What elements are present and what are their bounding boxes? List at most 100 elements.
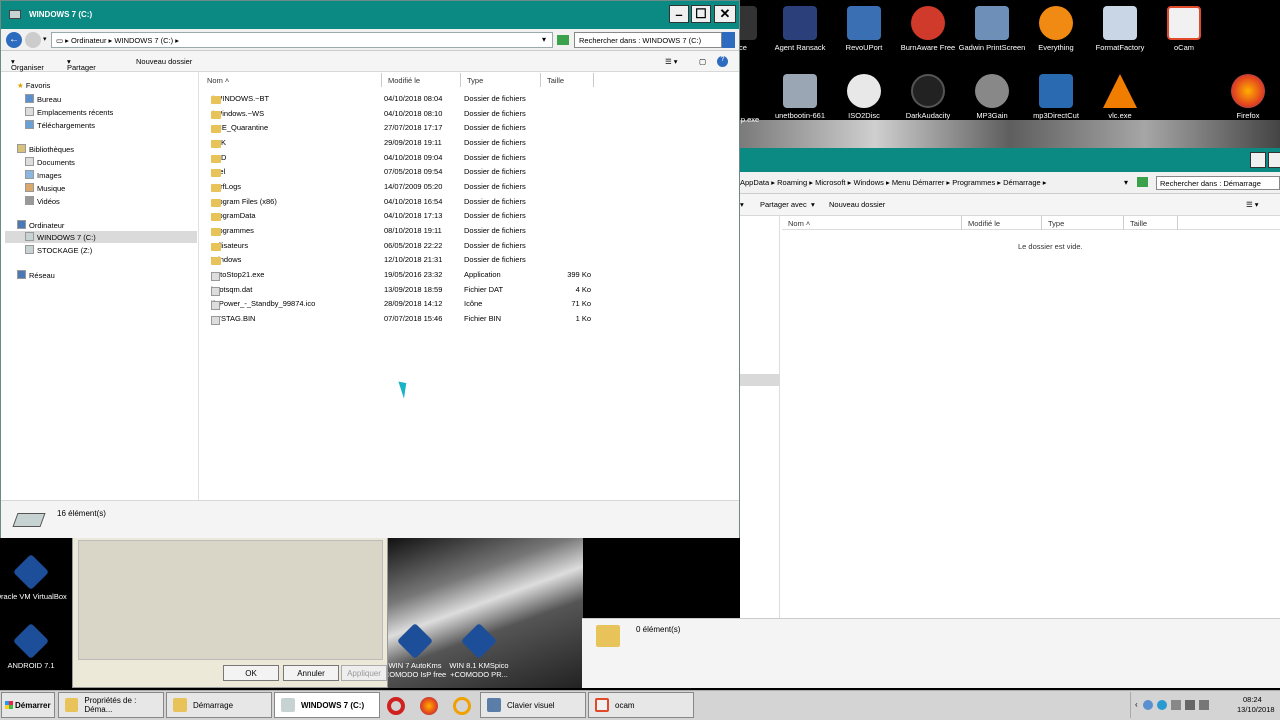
refresh-icon[interactable] [557,35,569,45]
network-group[interactable]: Réseau [17,270,55,280]
file-row[interactable]: Intel 07/05/2018 09:54 Dossier de fichiers [201,165,601,179]
recent-pages-icon[interactable]: ▾ [43,35,47,43]
taskbar-item-demarrage[interactable]: Démarrage [166,692,272,718]
breadcrumb-item[interactable]: Microsoft [815,178,845,187]
favorites-group[interactable]: ★ Favoris [17,81,50,90]
file-row[interactable]: ProgramData 04/10/2018 17:13 Dossier de fi… [201,209,601,223]
column-header-size[interactable]: Taille [1124,216,1178,230]
firefox-icon[interactable] [420,697,438,715]
ie-icon[interactable] [1157,700,1167,710]
opera-icon[interactable] [387,697,405,715]
file-row[interactable]: EEK 29/09/2018 19:11 Dossier de fichiers [201,136,601,150]
breadcrumb-item[interactable]: Ordinateur [71,36,106,45]
breadcrumb-item[interactable]: Démarrage [1003,178,1041,187]
search-icon[interactable] [722,32,735,48]
desktop-icon-virtualbox[interactable]: Oracle VM VirtualBox [0,553,68,601]
desktop-icon-win7-vm[interactable]: WIN 7 AutoKms COMODO IsP free [378,622,452,679]
share-menu[interactable]: Partager avec [760,200,807,209]
desktop-icon-vlc[interactable]: vlc.exe [1083,74,1157,120]
column-header-name[interactable]: Nom ˄ [201,73,382,87]
breadcrumb-item[interactable]: WINDOWS 7 (C:) [114,36,173,45]
window-titlebar[interactable]: WINDOWS 7 (C:) [1,1,739,29]
nav-item-drive-c[interactable]: WINDOWS 7 (C:) [25,232,96,242]
desktop-icon-revouport[interactable]: RevoUPort [827,6,901,52]
start-button[interactable]: Démarrer [1,692,55,718]
share-menu[interactable]: ▾ [740,200,744,209]
file-row[interactable]: $WINDOWS.~BT 04/10/2018 08:04 Dossier de f… [201,92,601,106]
minimize-button[interactable]: – [669,5,689,23]
back-icon[interactable]: ← [6,32,22,48]
breadcrumb-item[interactable]: AppData [740,178,769,187]
address-field[interactable]: ▭ ▸ Ordinateur ▸ WINDOWS 7 (C:) ▸ [51,32,553,48]
minimize-button[interactable] [1250,152,1266,168]
clock-time[interactable]: 08:24 [1243,695,1262,704]
view-options-icon[interactable]: ☰ ▾ [1246,200,1259,209]
column-header-size[interactable]: Taille [541,73,594,87]
tray-chevron-icon[interactable]: ‹ [1135,700,1138,709]
preview-pane-icon[interactable]: ▢ [699,57,706,66]
desktop-icon-iso2disc[interactable]: ISO2Disc [827,74,901,120]
libraries-group[interactable]: Bibliothèques [17,144,74,154]
nav-item-desktop[interactable]: Bureau [25,94,61,104]
file-row[interactable]: PerfLogs 14/07/2009 05:20 Dossier de fichi… [201,180,601,194]
desktop-icon-ocam[interactable]: oCam [1147,6,1221,52]
new-folder-button[interactable]: Nouveau dossier [829,200,885,209]
file-row[interactable]: AutoStop21.exe 19/05/2016 23:32 Applicatio… [201,268,601,282]
nav-item-videos[interactable]: Vidéos [25,196,60,206]
organize-menu[interactable]: Organiser ▾ [11,57,44,72]
address-dropdown-icon[interactable]: ▾ [542,35,546,44]
breadcrumb-item[interactable]: Menu Démarrer [892,178,945,187]
column-header-modified[interactable]: Modifié le [382,73,461,87]
view-options-icon[interactable]: ☰ ▾ [665,57,678,66]
file-row[interactable]: Program Files (x86) 04/10/2018 16:54 Dossi… [201,195,601,209]
desktop-icon-darkaudacity[interactable]: DarkAudacity [891,74,965,120]
desktop-icon-gadwin[interactable]: Gadwin PrintScreen [955,6,1029,52]
desktop-icon-unetbootin[interactable]: unetbootin-661 [763,74,837,120]
close-button[interactable]: ✕ [714,5,736,23]
file-row[interactable]: SYSTAG.BIN 07/07/2018 15:46 Fichier BIN 1 K… [201,312,601,326]
taskbar-item-properties[interactable]: Propriétés de : Déma... [58,692,164,718]
share-menu[interactable]: Partager avec ▾ [67,57,96,81]
column-header-modified[interactable]: Modifié le [962,216,1042,230]
desktop-icon-formatfactory[interactable]: FormatFactory [1083,6,1157,52]
desktop-icon-mp3gain[interactable]: MP3Gain [955,74,1029,120]
breadcrumb-item[interactable]: Windows [853,178,883,187]
column-header-type[interactable]: Type [1042,216,1124,230]
nav-item-recent[interactable]: Emplacements récents [25,107,113,117]
file-row[interactable]: Windows 12/10/2018 21:31 Dossier de fichie… [201,253,601,267]
file-row[interactable]: if_Power_-_Standby_99874.ico 28/09/2018 1… [201,297,601,311]
computer-group[interactable]: Ordinateur [17,220,64,230]
search-input[interactable]: Rechercher dans : Démarrage [1156,176,1280,190]
nav-item-images[interactable]: Images [25,170,62,180]
file-row[interactable]: Utilisateurs 06/05/2018 22:22 Dossier de f… [201,239,601,253]
network-icon[interactable] [1185,700,1195,710]
tray-app-icon[interactable] [1143,700,1153,710]
desktop-icon-android[interactable]: ANDROID 7.1 [0,622,68,670]
tray-app-icon[interactable] [1171,700,1181,710]
column-header-type[interactable]: Type [461,73,541,87]
power-icon[interactable] [453,697,471,715]
forward-icon[interactable] [25,32,41,48]
ok-button[interactable]: OK [223,665,279,681]
taskbar-item-keyboard[interactable]: Clavier visuel [480,692,586,718]
volume-icon[interactable] [1199,700,1209,710]
nav-item-downloads[interactable]: Téléchargements [25,120,95,130]
breadcrumb-item[interactable]: Roaming [777,178,807,187]
file-row[interactable]: CCE_Quarantine 27/07/2018 17:17 Dossier de… [201,121,601,135]
maximize-button[interactable]: ☐ [691,5,711,23]
clock-date[interactable]: 13/10/2018 [1237,705,1275,714]
desktop-icon-everything[interactable]: Everything [1019,6,1093,52]
cancel-button[interactable]: Annuler [283,665,339,681]
breadcrumb-item[interactable]: Programmes [952,178,995,187]
desktop-icon-win81-vm[interactable]: WIN 8.1 KMSpico +COMODO PR... [442,622,516,679]
file-row[interactable]: bootsqm.dat 13/09/2018 18:59 Fichier DAT 4 … [201,283,601,297]
apply-button[interactable]: Appliquer [341,665,387,681]
selected-nav-item[interactable] [740,374,780,386]
nav-item-documents[interactable]: Documents [25,157,75,167]
desktop-icon-agent-ransack[interactable]: Agent Ransack [763,6,837,52]
taskbar-item-ocam[interactable]: ocam [588,692,694,718]
desktop-icon-burnaware[interactable]: BurnAware Free [891,6,965,52]
desktop-icon-firefox[interactable]: Firefox [1211,74,1280,120]
column-header-name[interactable]: Nom ˄ [782,216,962,230]
refresh-icon[interactable] [1137,177,1148,187]
